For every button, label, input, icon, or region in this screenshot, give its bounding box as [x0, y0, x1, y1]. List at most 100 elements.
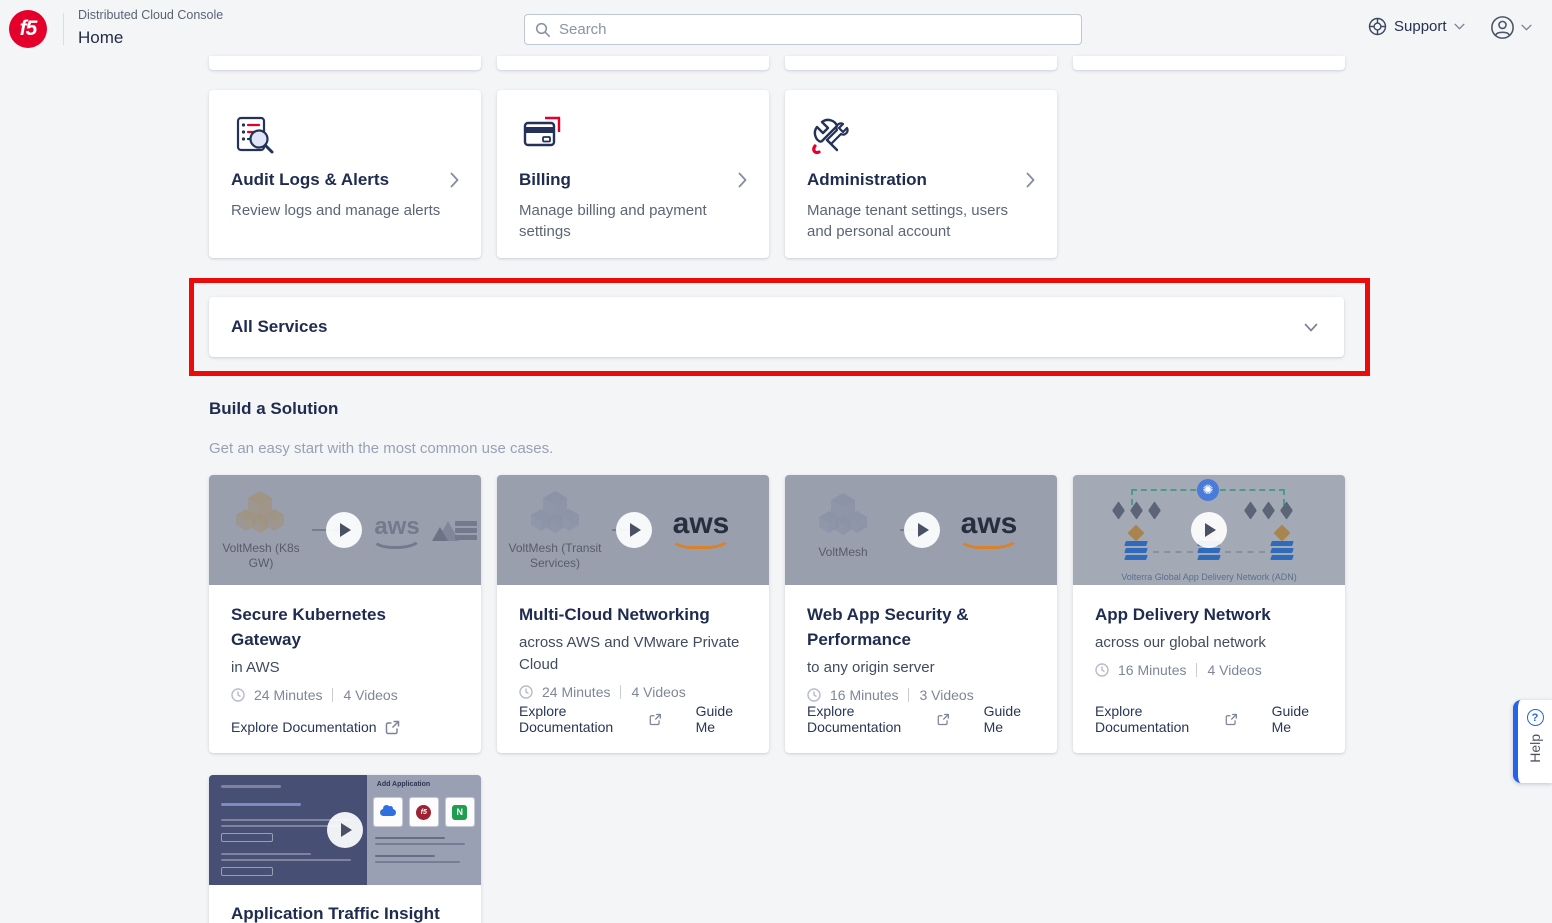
solution-meta: 16 Minutes 4 Videos: [1095, 662, 1323, 678]
duration: 24 Minutes: [254, 687, 322, 703]
solution-title: Secure Kubernetes Gateway: [231, 602, 459, 652]
explore-documentation-label: Explore Documentation: [1095, 703, 1217, 735]
play-button[interactable]: [327, 812, 363, 848]
solution-meta: 24 Minutes 4 Videos: [519, 684, 747, 700]
credit-card-icon: [519, 112, 747, 158]
chevron-right-icon: [450, 172, 459, 188]
solution-title: Application Traffic Insight: [231, 901, 459, 923]
top-header: f5 Distributed Cloud Console Home Suppo: [0, 0, 1552, 58]
external-link-icon: [649, 712, 662, 727]
card-app-delivery-network[interactable]: ✺ Volterra Global App Delivery Network (…: [1073, 475, 1345, 753]
account-menu[interactable]: [1490, 15, 1532, 40]
feature-card-title: Audit Logs & Alerts: [231, 170, 389, 190]
duration: 16 Minutes: [1118, 662, 1186, 678]
card-multi-cloud-networking[interactable]: VoltMesh (Transit Services) aws Multi-Cl…: [497, 475, 769, 753]
video-count: 4 Videos: [343, 687, 397, 703]
thumb-caption: VoltMesh: [799, 545, 887, 560]
card-application-traffic-insight[interactable]: Add Application f5 N Application Traffic…: [209, 775, 481, 923]
partial-card[interactable]: [1073, 56, 1345, 70]
voltmesh-cubes-icon: [818, 489, 868, 539]
page-title: Home: [78, 28, 223, 48]
all-services-accordion[interactable]: All Services: [209, 297, 1344, 357]
explore-documentation-link[interactable]: Explore Documentation: [519, 703, 662, 735]
explore-documentation-link[interactable]: Explore Documentation: [807, 703, 950, 735]
external-link-icon: [1225, 712, 1238, 727]
search-input[interactable]: [559, 21, 1071, 38]
partial-card[interactable]: [785, 56, 1057, 70]
play-button[interactable]: [904, 512, 940, 548]
server-rack-icon: [455, 521, 477, 542]
card-administration[interactable]: Administration Manage tenant settings, u…: [785, 90, 1057, 258]
guide-me-link[interactable]: Guide Me: [1272, 703, 1323, 735]
solution-subtitle: in AWS: [231, 657, 459, 679]
video-thumbnail[interactable]: VoltMesh (Transit Services) aws: [497, 475, 769, 585]
video-count: 4 Videos: [631, 684, 685, 700]
duration: 16 Minutes: [830, 687, 898, 703]
card-audit-logs-alerts[interactable]: Audit Logs & Alerts Review logs and mana…: [209, 90, 481, 258]
feature-card-title: Administration: [807, 170, 927, 190]
app-title: Distributed Cloud Console: [78, 8, 223, 22]
chevron-right-icon: [1026, 172, 1035, 188]
aws-logo: aws: [670, 511, 732, 549]
chevron-down-icon: [1304, 323, 1318, 332]
explore-documentation-link[interactable]: Explore Documentation: [231, 719, 400, 735]
support-menu[interactable]: Support: [1368, 17, 1465, 36]
play-button[interactable]: [1191, 512, 1227, 548]
cube-group: [1245, 505, 1292, 516]
life-ring-icon: [1368, 17, 1387, 36]
video-thumbnail[interactable]: VoltMesh aws: [785, 475, 1057, 585]
aws-logo: aws: [371, 517, 423, 549]
card-billing[interactable]: Billing Manage billing and payment setti…: [497, 90, 769, 258]
clock-icon: [1095, 663, 1109, 677]
question-circle-icon: ?: [1527, 709, 1544, 726]
feature-card-description: Manage tenant settings, users and person…: [807, 200, 1035, 242]
video-count: 3 Videos: [919, 687, 973, 703]
voltmesh-cubes-icon: [530, 487, 580, 537]
thumb-caption: VoltMesh (K8s GW): [215, 541, 307, 571]
support-label: Support: [1394, 18, 1447, 35]
external-link-icon: [937, 712, 950, 727]
f5-logo[interactable]: f5: [9, 10, 47, 48]
explore-documentation-label: Explore Documentation: [231, 719, 377, 735]
partial-card[interactable]: [497, 56, 769, 70]
chevron-down-icon: [1454, 23, 1465, 30]
play-button[interactable]: [326, 512, 362, 548]
explore-documentation-label: Explore Documentation: [807, 703, 929, 735]
card-web-app-security-performance[interactable]: VoltMesh aws Web App Security & Performa…: [785, 475, 1057, 753]
global-search[interactable]: [524, 14, 1082, 45]
f5-logo: f5: [409, 797, 439, 827]
play-button[interactable]: [616, 512, 652, 548]
solution-subtitle: across our global network: [1095, 632, 1323, 654]
video-count: 4 Videos: [1207, 662, 1261, 678]
explore-documentation-link[interactable]: Explore Documentation: [1095, 703, 1238, 735]
video-thumbnail[interactable]: Add Application f5 N: [209, 775, 481, 885]
dashed-connector: [1153, 551, 1193, 553]
voltmesh-cubes-icon: [235, 487, 285, 537]
video-thumbnail[interactable]: ✺ Volterra Global App Delivery Network (…: [1073, 475, 1345, 585]
user-avatar-icon: [1490, 15, 1515, 40]
solution-title: Multi-Cloud Networking: [519, 602, 747, 627]
external-link-icon: [385, 720, 400, 735]
dashed-connector: [1225, 551, 1265, 553]
solution-meta: 16 Minutes 3 Videos: [807, 687, 1035, 703]
f5-console-home-page: f5 Distributed Cloud Console Home Suppo: [0, 0, 1552, 923]
clock-icon: [231, 688, 245, 702]
build-solution-title: Build a Solution: [209, 399, 338, 419]
help-label: Help: [1527, 734, 1543, 763]
guide-me-link[interactable]: Guide Me: [984, 703, 1035, 735]
clock-icon: [519, 685, 533, 699]
solution-title: Web App Security & Performance: [807, 602, 1035, 652]
chevron-right-icon: [738, 172, 747, 188]
video-thumbnail[interactable]: VoltMesh (K8s GW) aws: [209, 475, 481, 585]
duration: 24 Minutes: [542, 684, 610, 700]
guide-me-link[interactable]: Guide Me: [696, 703, 747, 735]
cube-group: [1113, 505, 1160, 516]
thumb-caption: Volterra Global App Delivery Network (AD…: [1073, 572, 1345, 582]
chevron-down-icon: [1521, 24, 1532, 31]
partial-card[interactable]: [209, 56, 481, 70]
feature-card-description: Manage billing and payment settings: [519, 200, 747, 242]
card-secure-kubernetes-gateway[interactable]: VoltMesh (K8s GW) aws Secure Kubernetes …: [209, 475, 481, 753]
help-tab[interactable]: ? Help: [1513, 700, 1552, 783]
explore-documentation-label: Explore Documentation: [519, 703, 641, 735]
header-titles: Distributed Cloud Console Home: [78, 8, 223, 48]
